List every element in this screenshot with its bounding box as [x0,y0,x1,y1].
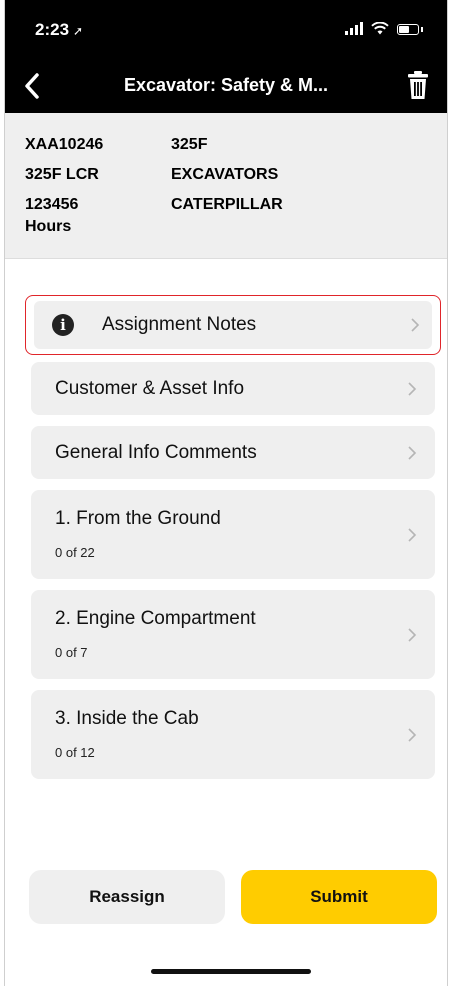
section-progress: 0 of 12 [55,745,95,760]
asset-model: 325F [171,136,208,153]
asset-summary: XAA10246 325F 325F LCR EXCAVATORS 123456… [5,113,447,259]
reassign-button[interactable]: Reassign [29,870,225,924]
asset-serial: XAA10246 [25,136,104,153]
section-label: Customer & Asset Info [55,378,245,399]
info-icon: i [52,314,74,336]
section-progress: 0 of 22 [55,545,95,560]
chevron-right-icon [408,382,417,396]
section-assignment-notes[interactable]: i Assignment Notes [25,295,441,355]
phone-screen: 2:23 ➚ Excavator: Safety & M... XAA10246… [4,0,448,986]
asset-make: CATERPILLAR [171,196,283,213]
section-inside-the-cab[interactable]: 3. Inside the Cab 0 of 12 [31,690,435,779]
section-label: 3. Inside the Cab [55,708,199,729]
section-engine-compartment[interactable]: 2. Engine Compartment 0 of 7 [31,590,435,679]
home-indicator [151,969,311,974]
asset-family: EXCAVATORS [171,166,279,183]
section-label: 2. Engine Compartment [55,608,256,629]
asset-hours-value: 123456 [25,196,79,213]
asset-config: 325F LCR [25,166,99,183]
section-progress: 0 of 7 [55,645,88,660]
battery-tip [421,27,423,32]
section-label: 1. From the Ground [55,508,221,529]
chevron-right-icon [408,728,417,742]
section-from-the-ground[interactable]: 1. From the Ground 0 of 22 [31,490,435,579]
battery-icon [397,24,419,35]
submit-button[interactable]: Submit [241,870,437,924]
section-general-info-comments[interactable]: General Info Comments [31,426,435,479]
page-title: Excavator: Safety & M... [123,75,329,95]
wifi-icon [371,22,389,35]
navigation-bar: Excavator: Safety & M... [5,60,447,113]
asset-hours-label: Hours [25,218,72,235]
status-time: 2:23 ➚ [35,20,84,39]
section-label: Assignment Notes [102,314,257,335]
trash-icon[interactable] [407,70,429,100]
chevron-right-icon [408,628,417,642]
top-bar: 2:23 ➚ Excavator: Safety & M... [5,0,447,113]
chevron-right-icon [411,318,420,332]
section-label: General Info Comments [55,442,257,463]
section-list: i Assignment Notes Customer & Asset Info… [25,295,441,790]
status-bar: 2:23 ➚ [5,0,447,60]
signal-icon [345,22,363,35]
chevron-right-icon [408,446,417,460]
section-customer-asset-info[interactable]: Customer & Asset Info [31,362,435,415]
status-icons [345,22,423,35]
location-icon: ➚ [73,24,84,38]
chevron-right-icon [408,528,417,542]
